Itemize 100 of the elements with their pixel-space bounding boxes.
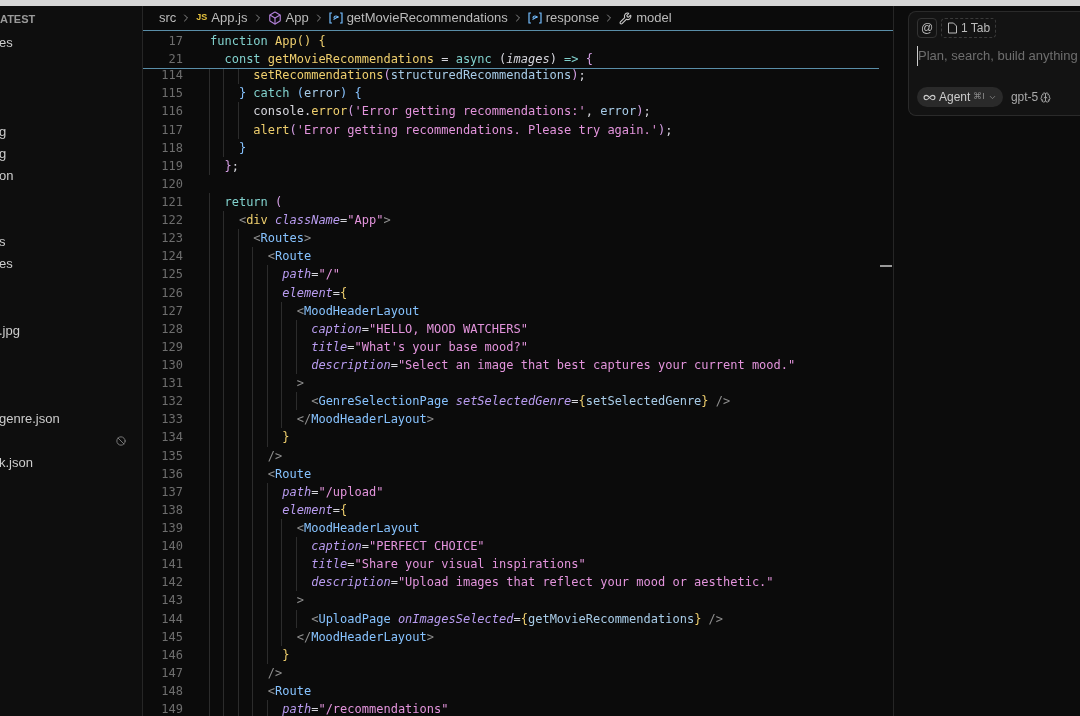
code-line: title="What's your base mood?" bbox=[210, 337, 528, 356]
file-item[interactable]: es bbox=[0, 254, 13, 274]
code-line: > bbox=[210, 591, 304, 610]
file-icon bbox=[947, 22, 958, 34]
line-number: 21 bbox=[167, 51, 183, 69]
context-chip[interactable]: 1 Tab bbox=[941, 18, 997, 38]
code-line: <MoodHeaderLayout bbox=[210, 518, 420, 538]
excluded-icon bbox=[116, 435, 126, 446]
code-line: > bbox=[210, 374, 304, 393]
line-number: 133 bbox=[160, 411, 183, 429]
file-item[interactable]: genre.json bbox=[0, 408, 60, 429]
code-line: }; bbox=[210, 156, 239, 175]
line-number: 138 bbox=[160, 501, 183, 519]
file-item[interactable]: .jpg bbox=[0, 320, 20, 340]
chat-input[interactable]: Plan, search, build anything bbox=[917, 46, 1080, 66]
code-line: return ( bbox=[210, 193, 283, 212]
line-number: 145 bbox=[160, 628, 183, 646]
variable-icon bbox=[328, 12, 343, 24]
mention-button[interactable]: @ bbox=[917, 18, 937, 38]
line-number: 139 bbox=[160, 520, 183, 537]
line-number: 140 bbox=[160, 538, 183, 556]
line-number: 116 bbox=[160, 103, 183, 121]
code-line: element={ bbox=[210, 500, 348, 519]
code-line: } bbox=[210, 138, 247, 157]
wrench-icon bbox=[619, 11, 633, 25]
code-line: alert('Error getting recommendations. Please try again.'); bbox=[210, 120, 673, 139]
line-number: 131 bbox=[160, 375, 183, 393]
variable-icon bbox=[527, 12, 542, 24]
code-line: title="Share your visual inspirations" bbox=[210, 555, 586, 574]
line-number: 124 bbox=[160, 248, 183, 266]
line-number: 143 bbox=[160, 592, 183, 610]
breadcrumb-item[interactable]: getMovieRecommendations bbox=[346, 8, 508, 28]
brain-icon bbox=[1040, 91, 1052, 103]
code-line: caption="PERFECT CHOICE" bbox=[210, 537, 485, 556]
code-line: function App() { bbox=[210, 33, 326, 51]
line-number: 126 bbox=[160, 284, 183, 302]
line-number: 127 bbox=[160, 302, 183, 320]
line-number: 118 bbox=[160, 139, 183, 157]
line-number: 136 bbox=[160, 465, 183, 483]
file-item[interactable]: s bbox=[0, 232, 6, 252]
line-number: 119 bbox=[160, 157, 183, 175]
line-number: 117 bbox=[160, 121, 183, 139]
breadcrumb-item[interactable]: response bbox=[545, 8, 600, 28]
file-item[interactable]: on bbox=[0, 165, 14, 186]
code-line: <GenreSelectionPage setSelectedGenre={setSelectedGenre} /> bbox=[210, 392, 731, 411]
cube-icon bbox=[267, 11, 282, 25]
line-number: 128 bbox=[160, 320, 183, 338]
file-item[interactable]: es bbox=[0, 33, 13, 53]
line-number: 146 bbox=[160, 646, 183, 664]
code-line: </MoodHeaderLayout> bbox=[210, 410, 434, 429]
line-number: 148 bbox=[160, 683, 183, 700]
file-item[interactable]: g bbox=[0, 121, 7, 142]
code-line: /> bbox=[210, 446, 283, 465]
section-header: ATEST bbox=[0, 11, 37, 27]
code-line: /> bbox=[210, 663, 283, 682]
model-selector[interactable]: gpt-5 bbox=[1010, 88, 1052, 106]
code-line: path="/" bbox=[210, 265, 341, 284]
line-number: 129 bbox=[160, 338, 183, 356]
code-line: setRecommendations(structuredRecommendations); bbox=[210, 69, 586, 85]
line-number: 123 bbox=[160, 230, 183, 248]
code-line: path="/upload" bbox=[210, 482, 384, 501]
line-number: 121 bbox=[160, 194, 183, 212]
code-line: <MoodHeaderLayout bbox=[210, 301, 420, 320]
line-number: 137 bbox=[160, 483, 183, 501]
code-line: <Route bbox=[210, 464, 312, 483]
code-line: element={ bbox=[210, 283, 348, 302]
code-line: caption="HELLO, MOOD WATCHERS" bbox=[210, 319, 528, 338]
code-line: <div className="App"> bbox=[210, 211, 391, 230]
file-item[interactable]: g bbox=[0, 143, 7, 164]
file-type-label: JS bbox=[196, 11, 208, 25]
code-line: console.error('Error getting recommendations:', error); bbox=[210, 102, 651, 121]
code-line: <Route bbox=[210, 247, 312, 266]
line-number: 144 bbox=[160, 610, 183, 628]
code-line: path="/recommendations" bbox=[210, 700, 449, 716]
code-line: } bbox=[210, 645, 290, 664]
line-number: 149 bbox=[160, 701, 183, 716]
line-number: 114 bbox=[160, 69, 183, 85]
code-line: description="Select an image that best captures your current mood." bbox=[210, 355, 796, 375]
line-number: 17 bbox=[167, 33, 183, 51]
code-line: <UploadPage onImagesSelected={getMovieRecommendations} /> bbox=[210, 609, 724, 628]
code-line: } bbox=[210, 428, 290, 447]
breadcrumb-item[interactable]: model bbox=[636, 8, 672, 28]
line-number: 130 bbox=[160, 357, 183, 374]
line-number: 141 bbox=[160, 556, 183, 574]
code-line: <Route bbox=[210, 681, 312, 701]
breadcrumb-item[interactable]: App bbox=[285, 8, 309, 28]
code-line: } catch (error) { bbox=[210, 84, 362, 103]
line-number: 134 bbox=[160, 429, 183, 447]
breadcrumb-item[interactable]: src bbox=[159, 8, 177, 28]
code-line: const getMovieRecommendations = async (images) => { bbox=[223, 51, 593, 69]
line-number: 142 bbox=[160, 574, 183, 592]
file-item[interactable]: k.json bbox=[0, 453, 33, 473]
line-number: 115 bbox=[160, 85, 183, 103]
line-number: 122 bbox=[160, 212, 183, 230]
code-line: <Routes> bbox=[210, 229, 312, 248]
agent-mode-button[interactable]: Agent ⌘I bbox=[917, 87, 1003, 107]
breadcrumb-item[interactable]: App.js bbox=[211, 8, 248, 28]
code-line: description="Upload images that reflect your mood or aesthetic." bbox=[210, 573, 774, 592]
line-number: 125 bbox=[160, 266, 183, 284]
shortcut-label: ⌘I bbox=[973, 90, 985, 104]
